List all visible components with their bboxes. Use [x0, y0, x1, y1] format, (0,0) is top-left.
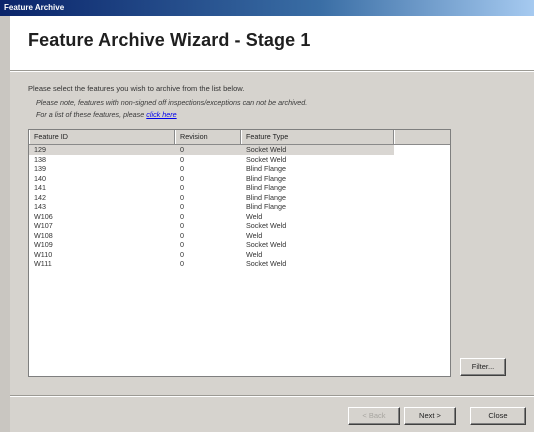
- next-button[interactable]: Next >: [404, 407, 456, 425]
- revision-cell: 0: [180, 192, 184, 202]
- page-title: Feature Archive Wizard - Stage 1: [28, 30, 311, 50]
- feature-id-cell: W108: [34, 230, 53, 240]
- list-header: Feature ID Revision Feature Type: [29, 130, 450, 145]
- link-line: For a list of these features, please cli…: [36, 110, 177, 119]
- link-prefix: For a list of these features, please: [36, 110, 147, 119]
- table-row[interactable]: 140 0 Blind Flange: [29, 174, 450, 184]
- feature-id-cell: 143: [34, 202, 46, 211]
- window-titlebar[interactable]: Feature Archive: [0, 0, 534, 16]
- feature-id-cell: 141: [34, 183, 46, 192]
- header-divider-highlight: [10, 71, 534, 72]
- left-edge: [0, 16, 10, 432]
- revision-cell: 0: [180, 249, 184, 259]
- revision-cell: 0: [180, 259, 184, 268]
- revision-cell: 0: [180, 240, 184, 249]
- column-header-extra[interactable]: [394, 130, 450, 144]
- feature-type-cell: Socket Weld: [246, 145, 287, 154]
- feature-id-cell: W106: [34, 211, 53, 221]
- feature-id-cell: W107: [34, 221, 53, 230]
- feature-id-cell: 139: [34, 164, 46, 173]
- table-row[interactable]: 138 0 Socket Weld: [29, 155, 450, 165]
- feature-type-cell: Socket Weld: [246, 154, 287, 164]
- column-header-revision[interactable]: Revision: [175, 130, 241, 144]
- revision-cell: 0: [180, 183, 184, 192]
- window-title: Feature Archive: [4, 3, 65, 12]
- revision-cell: 0: [180, 173, 184, 183]
- table-row[interactable]: W106 0 Weld: [29, 212, 450, 222]
- feature-type-cell: Blind Flange: [246, 202, 286, 211]
- feature-type-cell: Blind Flange: [246, 183, 286, 192]
- table-row[interactable]: W110 0 Weld: [29, 250, 450, 260]
- table-row[interactable]: 141 0 Blind Flange: [29, 183, 450, 193]
- table-row[interactable]: W111 0 Socket Weld: [29, 259, 450, 269]
- table-row[interactable]: 142 0 Blind Flange: [29, 193, 450, 203]
- feature-type-cell: Socket Weld: [246, 240, 287, 249]
- back-button[interactable]: < Back: [348, 407, 400, 425]
- click-here-link[interactable]: click here: [146, 110, 176, 119]
- feature-type-cell: Blind Flange: [246, 173, 286, 183]
- wizard-header: Feature Archive Wizard - Stage 1: [10, 16, 534, 70]
- revision-cell: 0: [180, 145, 184, 154]
- table-row[interactable]: 143 0 Blind Flange: [29, 202, 450, 212]
- feature-type-cell: Weld: [246, 211, 263, 221]
- close-button[interactable]: Close: [470, 407, 526, 425]
- feature-id-cell: W111: [34, 259, 52, 268]
- feature-type-cell: Blind Flange: [246, 164, 286, 173]
- feature-id-cell: W110: [34, 249, 53, 259]
- wizard-window: Feature Archive Feature Archive Wizard -…: [0, 0, 534, 432]
- feature-id-cell: 140: [34, 173, 46, 183]
- feature-id-cell: 138: [34, 154, 46, 164]
- feature-type-cell: Blind Flange: [246, 192, 286, 202]
- archive-note: Please note, features with non-signed of…: [36, 98, 308, 107]
- feature-type-cell: Socket Weld: [246, 259, 287, 268]
- table-row[interactable]: W107 0 Socket Weld: [29, 221, 450, 231]
- table-row[interactable]: W109 0 Socket Weld: [29, 240, 450, 250]
- feature-type-cell: Socket Weld: [246, 221, 287, 230]
- instruction-text: Please select the features you wish to a…: [28, 84, 245, 93]
- table-row[interactable]: 139 0 Blind Flange: [29, 164, 450, 174]
- revision-cell: 0: [180, 202, 184, 211]
- revision-cell: 0: [180, 211, 184, 221]
- revision-cell: 0: [180, 221, 184, 230]
- column-header-feature-type[interactable]: Feature Type: [241, 130, 394, 144]
- feature-type-cell: Weld: [246, 249, 263, 259]
- filter-button[interactable]: Filter...: [460, 358, 506, 376]
- revision-cell: 0: [180, 230, 184, 240]
- feature-id-cell: 129: [34, 145, 46, 154]
- feature-list[interactable]: Feature ID Revision Feature Type 129 0 Soc…: [28, 129, 451, 377]
- column-header-feature-id[interactable]: Feature ID: [29, 130, 175, 144]
- revision-cell: 0: [180, 154, 184, 164]
- footer-divider-highlight: [10, 396, 534, 397]
- revision-cell: 0: [180, 164, 184, 173]
- table-row[interactable]: W108 0 Weld: [29, 231, 450, 241]
- feature-id-cell: W109: [34, 240, 53, 249]
- table-row[interactable]: 129 0 Socket Weld: [29, 145, 394, 155]
- feature-type-cell: Weld: [246, 230, 263, 240]
- feature-id-cell: 142: [34, 192, 46, 202]
